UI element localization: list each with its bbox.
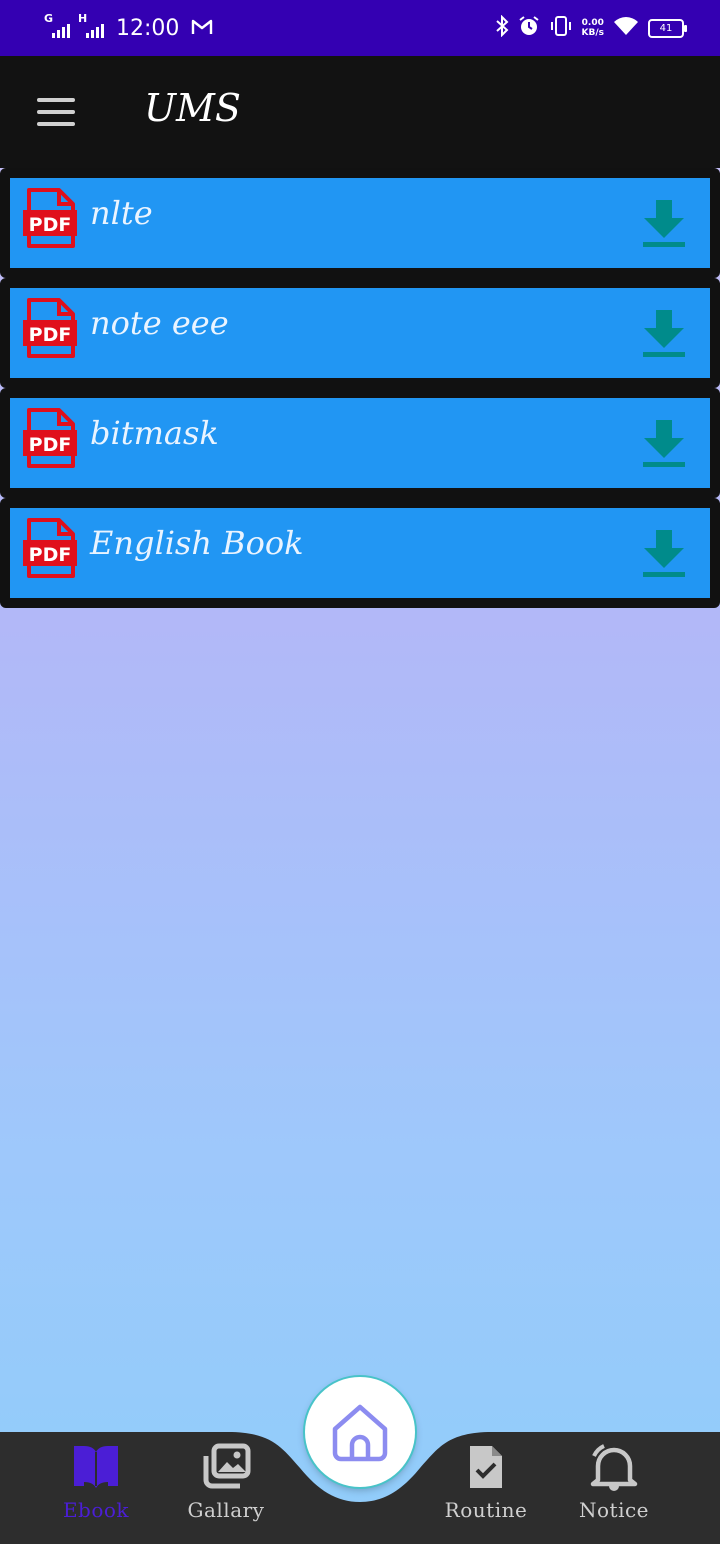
ebook-list: PDF nlte PDF note eee PDF bitmask PDF En…	[0, 168, 720, 608]
download-icon[interactable]	[640, 414, 688, 470]
bell-icon	[590, 1444, 638, 1491]
pdf-icon: PDF	[23, 518, 77, 578]
nav-label-notice: Notice	[578, 1498, 649, 1522]
nav-notice[interactable]: Notice	[554, 1442, 674, 1522]
app-bar: UMS	[0, 56, 720, 168]
nav-ebook[interactable]: Ebook	[36, 1442, 156, 1522]
hamburger-menu-icon[interactable]	[28, 88, 84, 136]
svg-text:PDF: PDF	[29, 544, 72, 566]
download-icon[interactable]	[640, 304, 688, 360]
ebook-name: English Book	[90, 524, 304, 562]
wifi-icon	[613, 16, 639, 41]
download-icon[interactable]	[640, 524, 688, 580]
signal-type-1: G	[44, 12, 54, 25]
home-button[interactable]	[305, 1377, 415, 1487]
ebook-name: nlte	[90, 194, 153, 232]
pdf-icon: PDF	[23, 188, 77, 248]
list-item[interactable]: PDF English Book	[0, 498, 720, 608]
pdf-icon: PDF	[23, 298, 77, 358]
file-check-icon	[470, 1446, 502, 1488]
list-item[interactable]: PDF note eee	[0, 278, 720, 388]
network-speed-value: 0.00	[581, 18, 604, 28]
list-item[interactable]: PDF bitmask	[0, 388, 720, 498]
status-bar: G H 12:00 0.00 KB/s 41	[0, 0, 720, 56]
vibrate-icon	[549, 15, 573, 42]
nav-label-routine: Routine	[444, 1498, 528, 1522]
list-item[interactable]: PDF nlte	[0, 168, 720, 278]
svg-text:PDF: PDF	[29, 324, 72, 346]
app-title: UMS	[144, 86, 241, 130]
ebook-name: bitmask	[90, 414, 219, 452]
ebook-name: note eee	[90, 304, 229, 342]
battery-level: 41	[659, 22, 673, 34]
nav-label-ebook: Ebook	[62, 1498, 130, 1522]
download-icon[interactable]	[640, 194, 688, 250]
network-speed-unit: KB/s	[581, 28, 604, 38]
nav-gallary[interactable]: Gallary	[166, 1442, 286, 1522]
signal-icon: G	[44, 12, 70, 38]
bluetooth-icon	[495, 14, 509, 42]
clock: 12:00	[116, 15, 180, 41]
status-right: 0.00 KB/s 41	[495, 12, 687, 44]
status-left: G H 12:00	[44, 12, 213, 44]
nav-routine[interactable]: Routine	[426, 1442, 546, 1522]
signal-type-2: H	[78, 12, 88, 25]
book-icon	[74, 1446, 118, 1488]
signal-icon-2: H	[78, 12, 104, 38]
pdf-icon: PDF	[23, 408, 77, 468]
battery-icon: 41	[648, 18, 687, 38]
gmail-icon	[191, 16, 213, 40]
home-icon	[332, 1404, 388, 1462]
svg-text:PDF: PDF	[29, 214, 72, 236]
gallery-icon	[203, 1443, 251, 1489]
alarm-icon	[518, 15, 540, 42]
network-speed: 0.00 KB/s	[582, 18, 604, 38]
svg-text:PDF: PDF	[29, 434, 72, 456]
nav-label-gallary: Gallary	[187, 1498, 265, 1522]
